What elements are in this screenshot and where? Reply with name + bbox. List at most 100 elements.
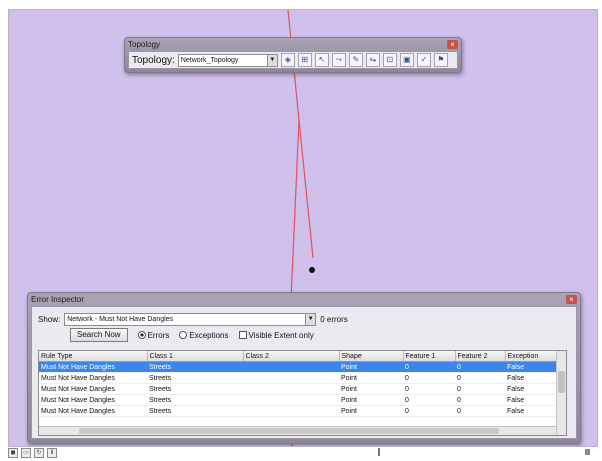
errors-radio-label: Errors — [147, 330, 170, 340]
error-inspector-close-icon[interactable]: × — [566, 294, 577, 304]
table-cell: 0 — [403, 383, 455, 395]
scrollbar-marker — [378, 448, 380, 456]
column-header[interactable]: Feature 1 — [403, 351, 456, 362]
table-cell: 0 — [455, 361, 505, 373]
table-cell: 0 — [403, 405, 455, 417]
table-cell: 0 — [403, 394, 455, 406]
chevron-down-icon[interactable]: ▼ — [266, 54, 277, 66]
planarize-icon[interactable]: ⊞ — [297, 53, 312, 67]
table-cell: False — [505, 405, 556, 417]
table-cell: Streets — [147, 405, 243, 417]
error-inspector-body: Show: Network - Must Not Have Dangles ▼ … — [31, 306, 577, 439]
table-cell: 0 — [455, 383, 505, 395]
vertical-scrollbar[interactable] — [556, 351, 566, 435]
table-cell: Must Not Have Dangles — [39, 372, 147, 384]
table-cell — [243, 394, 339, 406]
search-now-button[interactable]: Search Now — [70, 328, 128, 342]
table-cell: False — [505, 383, 556, 395]
street-line-left-branch[interactable] — [290, 119, 300, 301]
error-table-header: Rule Type Class 1 Class 2 Shape Feature … — [39, 351, 557, 362]
validate-extent-icon[interactable]: ⊡ — [382, 53, 397, 67]
map-status-bar: ◼ ▭ ↻ Ⅱ — [8, 446, 596, 459]
topology-close-icon[interactable]: × — [447, 39, 458, 49]
table-cell: 0 — [403, 372, 455, 384]
error-grid[interactable]: Rule Type Class 1 Class 2 Shape Feature … — [38, 350, 567, 436]
topology-title: Topology — [128, 39, 161, 49]
error-inspector-icon[interactable]: ⚑ — [433, 53, 448, 67]
table-row[interactable]: Must Not Have Dangles Streets Point 0 0 … — [39, 405, 556, 417]
horizontal-scrollbar[interactable] — [39, 426, 556, 435]
table-cell: 0 — [403, 361, 455, 373]
table-cell: Streets — [147, 372, 243, 384]
topology-select[interactable]: Network_Topology ▼ — [177, 53, 278, 67]
show-label: Show: — [38, 315, 61, 324]
visible-extent-box — [238, 331, 247, 339]
construct-features-icon[interactable]: ◈ — [280, 53, 295, 67]
scrollbar-thumb[interactable] — [79, 428, 499, 434]
table-cell: Streets — [147, 394, 243, 406]
topology-edit-icon[interactable]: ↖ — [314, 53, 329, 67]
topology-select-value: Network_Topology — [180, 56, 239, 64]
fix-error-icon[interactable]: ✓ — [416, 53, 431, 67]
table-row[interactable]: Must Not Have Dangles Streets Point 0 0 … — [39, 383, 556, 395]
exceptions-radio[interactable]: Exceptions — [179, 330, 229, 340]
column-header[interactable]: Feature 2 — [455, 351, 506, 362]
table-row[interactable]: Must Not Have Dangles Streets Point 0 0 … — [39, 361, 556, 373]
scrollbar-thumb[interactable] — [558, 371, 565, 393]
show-select[interactable]: Network - Must Not Have Dangles ▼ — [64, 313, 317, 326]
dangle-error-point[interactable] — [309, 267, 315, 273]
topology-titlebar[interactable]: Topology × — [125, 38, 461, 50]
layout-view-icon[interactable]: ▭ — [21, 447, 31, 458]
table-cell: Must Not Have Dangles — [39, 361, 147, 373]
chevron-down-icon[interactable]: ▼ — [305, 314, 316, 325]
reshape-edge-icon[interactable]: ✎ — [348, 53, 363, 67]
show-select-value: Network - Must Not Have Dangles — [67, 316, 174, 323]
errors-radio[interactable]: Errors — [137, 330, 170, 340]
table-cell: Must Not Have Dangles — [39, 383, 147, 395]
table-cell: Streets — [147, 361, 243, 373]
error-inspector-title: Error Inspector — [31, 294, 84, 304]
table-cell: False — [505, 394, 556, 406]
pause-drawing-icon[interactable]: Ⅱ — [47, 447, 57, 458]
column-header[interactable]: Rule Type — [39, 351, 148, 362]
topology-toolbar[interactable]: Topology × Topology: Network_Topology ▼ … — [124, 37, 462, 73]
errors-count: 0 errors — [320, 315, 348, 324]
error-table: Rule Type Class 1 Class 2 Shape Feature … — [39, 351, 557, 417]
table-cell: False — [505, 361, 556, 373]
exceptions-radio-dot — [179, 331, 188, 339]
table-cell — [243, 383, 339, 395]
table-row[interactable]: Must Not Have Dangles Streets Point 0 0 … — [39, 372, 556, 384]
align-edge-icon[interactable]: ⇋ — [365, 53, 380, 67]
table-cell — [243, 361, 339, 373]
table-cell: Point — [339, 361, 403, 373]
table-cell: Must Not Have Dangles — [39, 394, 147, 406]
column-header[interactable]: Shape — [339, 351, 404, 362]
error-inspector-titlebar[interactable]: Error Inspector × — [28, 293, 580, 305]
table-cell: Point — [339, 383, 403, 395]
table-cell: 0 — [455, 372, 505, 384]
table-cell: Must Not Have Dangles — [39, 405, 147, 417]
search-options-row: Search Now Errors Exceptions Visible Ext… — [70, 328, 314, 342]
column-header[interactable]: Class 1 — [147, 351, 244, 362]
error-inspector-window[interactable]: Error Inspector × Show: Network - Must N… — [27, 292, 581, 444]
validate-visible-icon[interactable]: ▣ — [399, 53, 414, 67]
modify-edge-icon[interactable]: ⤳ — [331, 53, 346, 67]
table-cell: Point — [339, 372, 403, 384]
street-line-right-branch[interactable] — [298, 119, 314, 259]
column-header[interactable]: Exception — [505, 351, 557, 362]
visible-extent-checkbox[interactable]: Visible Extent only — [238, 330, 314, 340]
table-cell: 0 — [455, 394, 505, 406]
exceptions-radio-label: Exceptions — [189, 330, 229, 340]
show-row: Show: Network - Must Not Have Dangles ▼ … — [38, 313, 348, 326]
table-row[interactable]: Must Not Have Dangles Streets Point 0 0 … — [39, 394, 556, 406]
column-header[interactable]: Class 2 — [243, 351, 340, 362]
resize-grip-icon[interactable] — [585, 449, 590, 455]
table-cell: 0 — [455, 405, 505, 417]
refresh-icon[interactable]: ↻ — [34, 447, 44, 458]
data-view-icon[interactable]: ◼ — [8, 447, 18, 458]
visible-extent-label: Visible Extent only — [248, 330, 314, 340]
topology-label: Topology: — [132, 54, 175, 66]
errors-radio-dot — [137, 331, 146, 339]
topology-toolbar-body: Topology: Network_Topology ▼ ◈ ⊞ ↖ ⤳ ✎ ⇋… — [128, 51, 458, 69]
map-canvas[interactable]: Topology × Topology: Network_Topology ▼ … — [8, 9, 598, 447]
